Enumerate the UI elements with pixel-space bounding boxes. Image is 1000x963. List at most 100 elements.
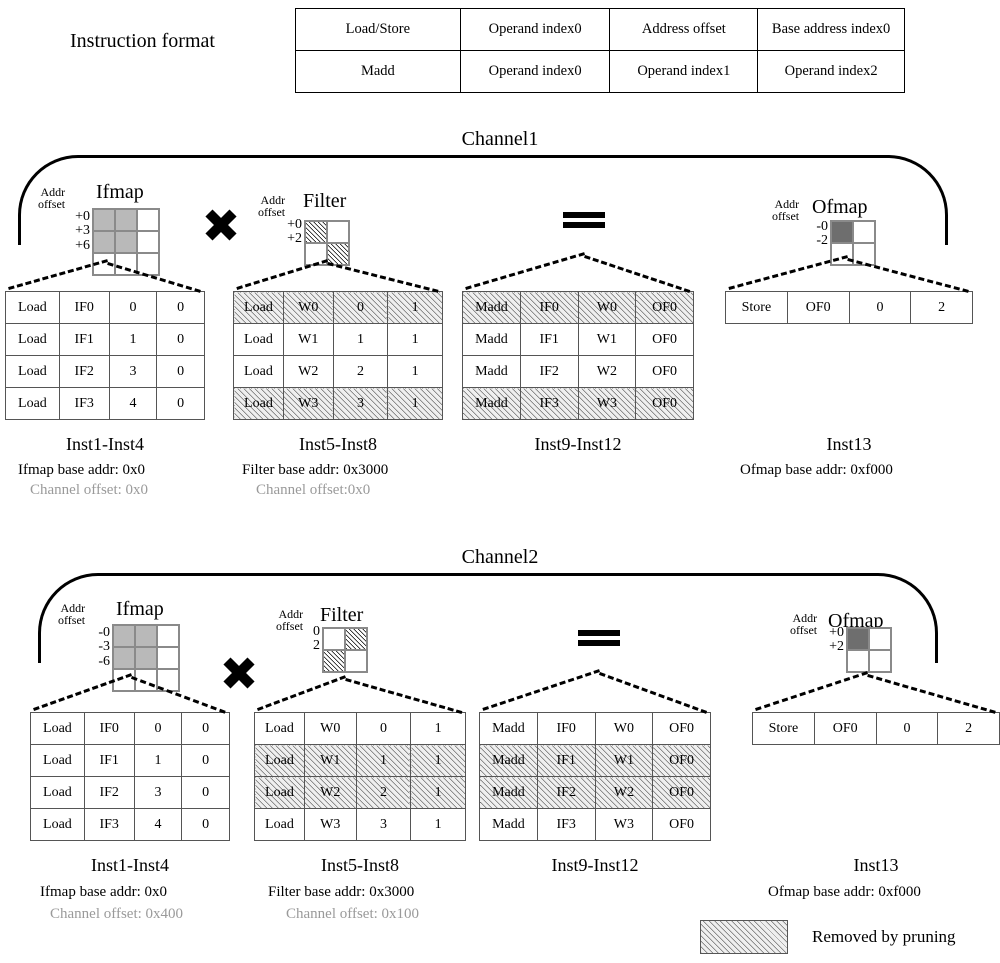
channel-offset-label: Channel offset:0x0 [256,482,371,498]
grid-cell [93,231,115,253]
table-cell: IF1 [519,323,579,356]
grid-cell [113,625,135,647]
grid-cell [305,221,327,243]
dashed-connector [236,259,328,290]
cell-address-offset: Address offset [609,8,759,51]
ifmap-title: Ifmap [96,181,144,203]
table-cell: Madd [462,323,521,356]
grid-cell [157,625,179,647]
cell-base-address: Base address index0 [757,8,905,51]
filter-load-table: Load W0 0 1 Load W1 1 1 Load W2 2 1 Load W3 3 1 [254,712,466,841]
equals-bar [578,640,620,646]
table-cell: 2 [355,776,412,809]
madd-table: Madd IF0 W0 OF0 Madd IF1 W1 OF0 Madd IF2 W2 OF0 Madd… [462,291,694,420]
table-cell: Madd [479,744,538,777]
table-cell: W0 [282,291,334,324]
table-cell: 1 [108,323,158,356]
table-cell: 0 [181,712,230,745]
offset-word: offset [38,197,66,211]
table-cell: W3 [594,808,654,841]
dashed-connector [465,252,585,290]
table-row: Madd IF3 W3 OF0 [462,387,694,420]
grid-cell [323,650,345,672]
table-cell: IF1 [58,323,110,356]
ifmap-grid [92,208,160,276]
grid-cell [135,625,157,647]
table-cell: Load [233,291,284,324]
table-cell: 0 [181,808,230,841]
table-row: Load W1 1 1 [254,744,466,777]
table-cell: 1 [332,323,389,356]
table-cell: IF0 [83,712,135,745]
table-cell: W0 [577,291,637,324]
table-cell: 0 [181,744,230,777]
instruction-range-caption: Inst9-Inst12 [551,855,639,875]
table-cell: W1 [594,744,654,777]
instruction-range-caption: Inst5-Inst8 [321,855,399,875]
instruction-format-table: Load/Store Operand index0 Address offset… [295,8,905,93]
ifmap-addr-offset-label: Addr offset [38,186,65,210]
table-cell: 0 [875,712,939,745]
table-row: Load IF0 0 0 [30,712,230,745]
table-cell: Load [30,808,85,841]
table-row: Madd IF3 W3 OF0 [479,808,711,841]
table-cell: IF3 [83,808,135,841]
grid-cell [323,628,345,650]
equals-bar [563,222,605,228]
table-cell: W0 [303,712,357,745]
table-row: Load/Store Operand index0 Address offset… [295,8,905,51]
offset-word: offset [790,623,818,637]
ofmap-grid [846,627,892,673]
table-cell: Load [5,387,60,420]
grid-cell [137,231,159,253]
table-row: Madd IF1 W1 OF0 [479,744,711,777]
table-cell: IF1 [83,744,135,777]
channel-offset-label: Channel offset: 0x100 [286,906,420,922]
grid-cell [157,647,179,669]
offset-value: -0 [816,219,828,234]
table-cell: 1 [410,712,466,745]
table-row: Load IF2 3 0 [5,355,205,388]
table-cell: Load [254,776,305,809]
table-row: Madd IF2 W2 OF0 [462,355,694,388]
table-cell: 0 [156,387,205,420]
dashed-connector [728,255,848,290]
grid-cell [113,647,135,669]
ofmap-store-table: Store OF0 0 2 [752,712,1000,745]
offset-value: +2 [287,231,302,247]
table-cell: Madd [479,712,538,745]
grid-cell [853,221,875,243]
dashed-connector [482,669,600,711]
filter-addr-offset-label: Addr offset [258,194,285,218]
offset-value: +3 [75,223,90,239]
table-cell: 1 [410,776,466,809]
table-row: Load IF1 1 0 [30,744,230,777]
table-cell: OF0 [813,712,877,745]
table-cell: 2 [332,355,389,388]
table-cell: 1 [387,355,443,388]
grid-cell [93,209,115,231]
grid-cell [115,231,137,253]
grid-cell [135,647,157,669]
grid-cell [847,650,869,672]
table-cell: 1 [410,808,466,841]
table-cell: 0 [156,323,205,356]
table-cell: Load [30,744,85,777]
table-row: Load IF0 0 0 [5,291,205,324]
dashed-connector [33,673,132,711]
ofmap-title: Ofmap [812,196,868,218]
filter-title: Filter [320,604,364,626]
offset-value: +2 [829,639,844,655]
grid-cell [869,650,891,672]
cell-operand0: Operand index0 [459,50,611,93]
table-cell: Madd [462,355,521,388]
instruction-range-caption: Inst13 [826,434,872,454]
table-cell: W3 [282,387,334,420]
table-row: Store OF0 0 2 [725,291,973,324]
equals-bar [578,630,620,636]
table-row: Madd IF1 W1 OF0 [462,323,694,356]
table-cell: 0 [332,291,389,324]
ifmap-addr-offset-label: Addr offset [58,602,85,626]
table-cell: 1 [387,387,443,420]
instruction-range-caption: Inst9-Inst12 [534,434,622,454]
